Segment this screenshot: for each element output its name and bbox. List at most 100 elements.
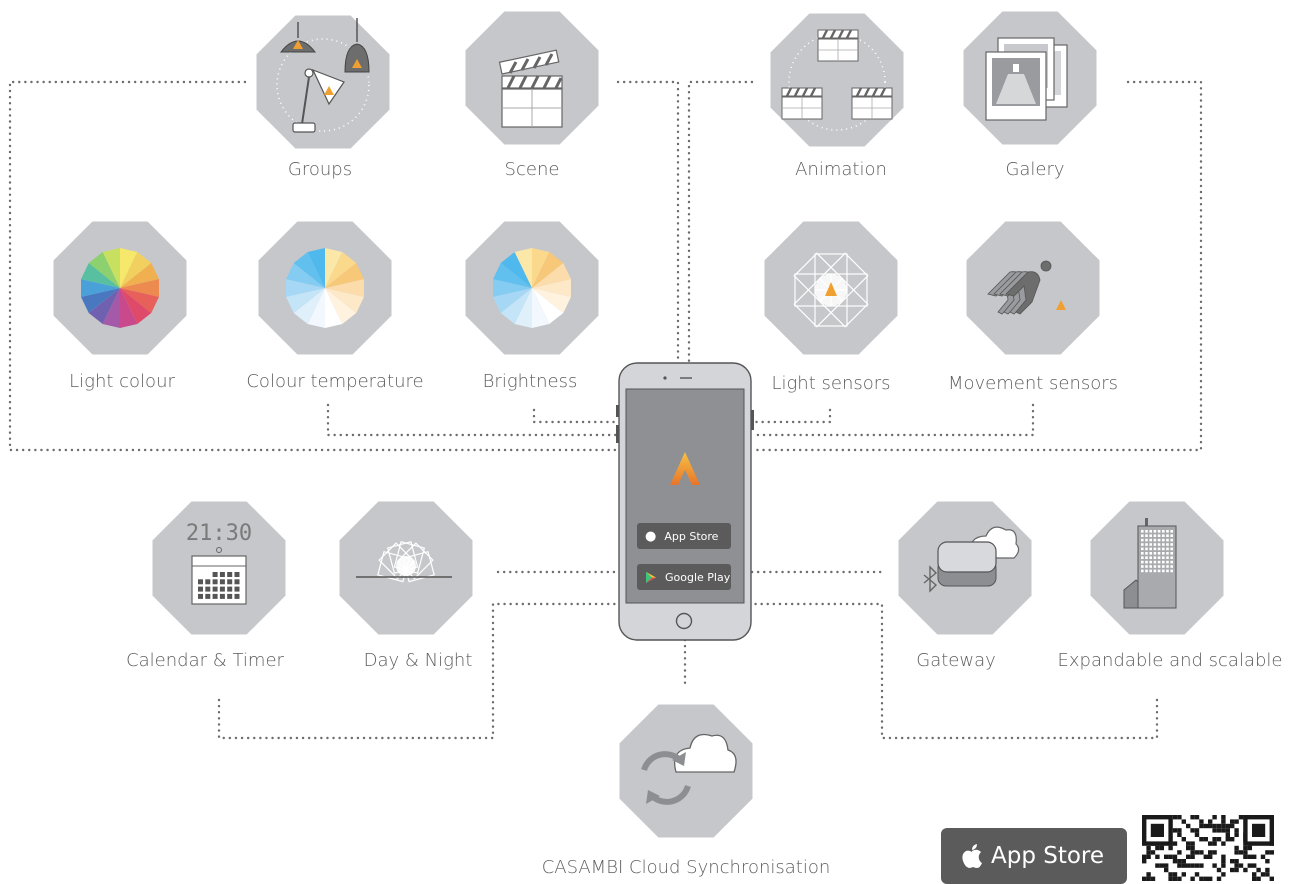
- qr-module: [1238, 850, 1244, 855]
- building-window: [1145, 534, 1148, 537]
- label-expandable: Expandable and scalable: [1057, 650, 1283, 671]
- qr-module: [1150, 876, 1156, 881]
- phone-app-store-badge[interactable]: ● App Store: [637, 523, 731, 549]
- phone-google-play-badge[interactable]: Google Play: [637, 564, 731, 590]
- qr-module: [1168, 845, 1173, 851]
- building-window: [1145, 556, 1148, 559]
- building-window: [1157, 569, 1161, 573]
- qr-module: [1190, 863, 1195, 868]
- building-window: [1157, 565, 1161, 568]
- qr-module: [1159, 845, 1164, 851]
- qr-module: [1142, 854, 1147, 859]
- building-window: [1141, 565, 1144, 568]
- qr-module: [1216, 867, 1222, 873]
- qr-module: [1155, 863, 1160, 868]
- qr-module: [1265, 859, 1270, 864]
- building-window: [1153, 547, 1157, 551]
- qr-module: [1216, 837, 1222, 842]
- qr-module: [1199, 876, 1204, 881]
- app-store-badge[interactable]: App Store: [941, 828, 1127, 884]
- qr-code-icon[interactable]: [1142, 815, 1278, 881]
- qr-module: [1216, 823, 1222, 829]
- label-movement-sensors: Movement sensors: [947, 373, 1119, 394]
- calendar-day-cell: [205, 586, 211, 592]
- qr-module: [1186, 845, 1191, 851]
- building-window: [1166, 547, 1169, 551]
- qr-module: [1238, 815, 1244, 820]
- qr-module: [1172, 872, 1178, 877]
- qr-module: [1172, 859, 1178, 864]
- label-light-sensors: Light sensors: [771, 373, 891, 394]
- qr-module: [1221, 815, 1226, 820]
- building-window: [1153, 534, 1157, 537]
- building-window: [1162, 530, 1165, 533]
- calendar-day-cell: [234, 586, 240, 592]
- calendar-day-cell: [205, 579, 211, 585]
- building-window: [1166, 556, 1169, 559]
- building-window: [1157, 552, 1161, 555]
- qr-module: [1190, 828, 1195, 833]
- qr-module: [1168, 876, 1173, 881]
- qr-module: [1186, 823, 1191, 829]
- qr-module: [1181, 819, 1186, 824]
- qr-module: [1221, 854, 1226, 859]
- qr-module: [1168, 854, 1173, 859]
- building-window: [1170, 560, 1173, 564]
- qr-module: [1221, 841, 1226, 846]
- qr-module: [1146, 876, 1151, 881]
- connector-brightness: [532, 408, 625, 424]
- building-window: [1145, 565, 1148, 568]
- qr-module: [1164, 854, 1169, 859]
- calendar-day-cell: [234, 593, 240, 599]
- google-play-icon: [646, 571, 656, 583]
- label-brightness: Brightness: [482, 371, 578, 392]
- qr-module: [1190, 815, 1195, 820]
- qr-module: [1190, 841, 1195, 846]
- qr-module: [1212, 863, 1217, 868]
- building-window: [1141, 530, 1144, 533]
- qr-module: [1177, 863, 1182, 868]
- qr-module: [1243, 850, 1248, 855]
- qr-module: [1212, 841, 1217, 846]
- qr-module: [1194, 872, 1200, 877]
- qr-module: [1194, 863, 1200, 868]
- building-window: [1145, 552, 1148, 555]
- building-window: [1157, 534, 1161, 537]
- qr-module: [1256, 867, 1261, 873]
- building-window: [1149, 547, 1152, 551]
- qr-module: [1216, 828, 1222, 833]
- calendar-day-cell: [219, 572, 225, 577]
- qr-module: [1208, 819, 1213, 824]
- qr-module: [1172, 828, 1178, 833]
- qr-module: [1208, 850, 1213, 855]
- label-light-colour: Light colour: [69, 371, 175, 392]
- calendar-day-cell: [212, 572, 218, 577]
- label-galery: Galery: [1005, 159, 1065, 180]
- qr-module: [1247, 863, 1252, 868]
- label-animation: Animation: [795, 159, 887, 180]
- qr-module: [1164, 867, 1169, 873]
- building-window: [1170, 538, 1173, 542]
- calendar-day-cell: [227, 593, 233, 599]
- building-window: [1162, 538, 1165, 542]
- scene-icon: [498, 49, 563, 128]
- label-day-night: Day & Night: [363, 650, 473, 671]
- calendar-day-cell: [198, 579, 203, 585]
- label-groups: Groups: [287, 159, 353, 180]
- building-window: [1162, 543, 1165, 546]
- building-window: [1149, 530, 1152, 533]
- building-window: [1141, 569, 1144, 573]
- qr-module: [1150, 850, 1156, 855]
- qr-module: [1221, 828, 1226, 833]
- qr-module: [1190, 845, 1195, 851]
- qr-module: [1243, 854, 1248, 859]
- building-window: [1166, 552, 1169, 555]
- qr-module: [1199, 819, 1204, 824]
- qr-module: [1172, 854, 1178, 859]
- calendar-day-cell: [219, 593, 225, 599]
- qr-module: [1225, 823, 1230, 829]
- calendar-day-cell: [212, 593, 218, 599]
- building-window: [1149, 534, 1152, 537]
- phone-app-store-text: App Store: [664, 529, 719, 543]
- label-scene: Scene: [504, 159, 560, 180]
